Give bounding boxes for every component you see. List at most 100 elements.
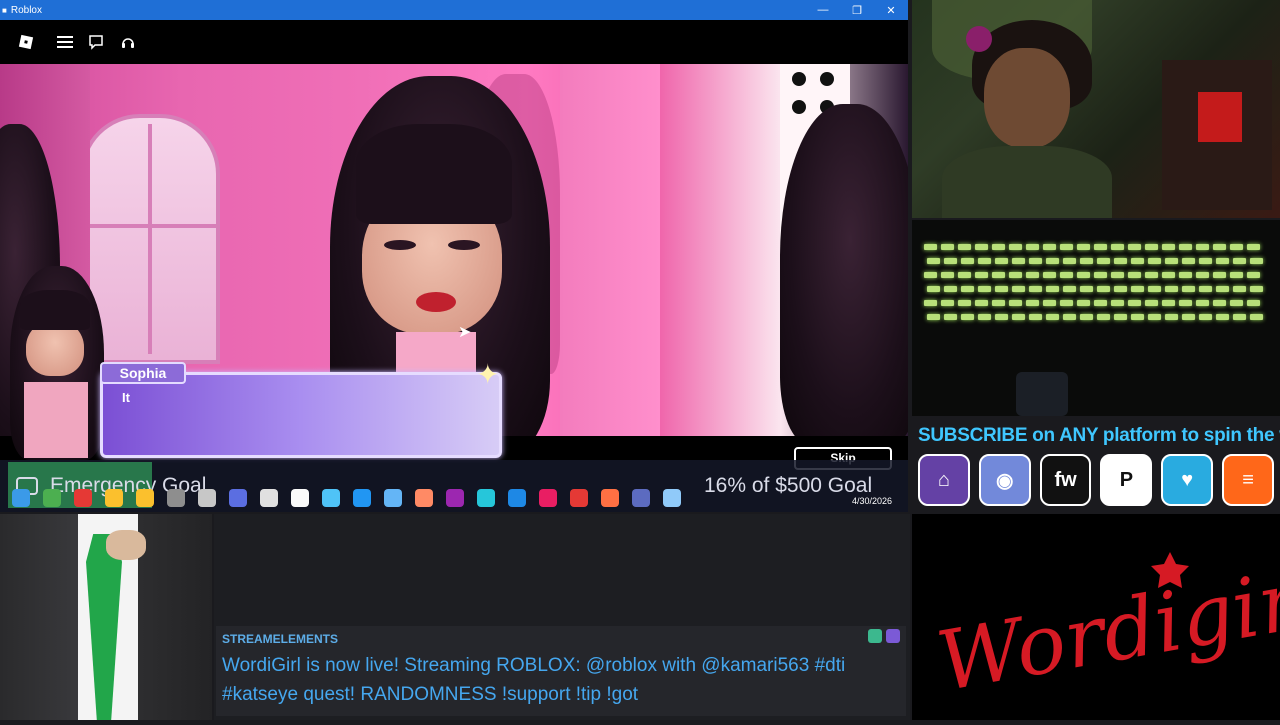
key (995, 258, 1008, 264)
key (1029, 286, 1042, 292)
gmail-icon[interactable] (291, 489, 309, 507)
key (1148, 258, 1161, 264)
key (1233, 286, 1246, 292)
chrome-icon[interactable] (74, 489, 92, 507)
key (1196, 272, 1209, 278)
key (924, 300, 937, 306)
key (1080, 258, 1093, 264)
window-title: Roblox (10, 4, 42, 16)
wps-icon[interactable] (570, 489, 588, 507)
key (992, 272, 1005, 278)
record-icon[interactable] (601, 489, 619, 507)
key (1165, 314, 1178, 320)
app-icon[interactable] (322, 489, 340, 507)
key (1213, 300, 1226, 306)
kofi-icon[interactable]: ♥ (1161, 454, 1214, 506)
key (1230, 244, 1243, 250)
key (958, 300, 971, 306)
patreon-icon[interactable]: P (1100, 454, 1153, 506)
speaker-name: Sophia (100, 362, 186, 384)
app-icon[interactable] (663, 489, 681, 507)
key (1094, 272, 1107, 278)
key (978, 258, 991, 264)
app-icon[interactable] (229, 489, 247, 507)
key (1196, 300, 1209, 306)
key (1162, 244, 1175, 250)
app-icon[interactable] (198, 489, 216, 507)
photos-icon[interactable] (384, 489, 402, 507)
roblox-logo-icon[interactable] (14, 30, 38, 54)
app-icon[interactable] (508, 489, 526, 507)
key (995, 314, 1008, 320)
app-icon[interactable] (415, 489, 433, 507)
key (1077, 272, 1090, 278)
side-character-hair (780, 104, 908, 436)
discord-icon[interactable]: ◉ (978, 454, 1031, 506)
key (1199, 258, 1212, 264)
red-mailbox (1198, 92, 1242, 142)
character-eye (384, 240, 416, 250)
key (1145, 300, 1158, 306)
menu-icon[interactable] (53, 30, 77, 54)
media-icon[interactable] (260, 489, 278, 507)
dialog-box[interactable] (100, 372, 502, 458)
fourthwall-icon[interactable]: fw (1039, 454, 1092, 506)
twitch-badge-icon (886, 629, 900, 643)
logo-text: Wordigirl (931, 549, 1280, 710)
keyboard (924, 244, 1274, 334)
key (1009, 300, 1022, 306)
headset-icon[interactable] (116, 30, 140, 54)
character-eye (448, 240, 480, 250)
app-icon[interactable] (446, 489, 464, 507)
app-icon[interactable] (632, 489, 650, 507)
key (1060, 244, 1073, 250)
cursor-icon: ➤ (458, 324, 472, 341)
key (1148, 314, 1161, 320)
key (1233, 258, 1246, 264)
substack-icon[interactable]: ≡ (1222, 454, 1274, 506)
window-frame (84, 224, 216, 228)
app-icon[interactable] (477, 489, 495, 507)
search-icon[interactable] (43, 489, 61, 507)
app-icon[interactable] (353, 489, 371, 507)
key (941, 272, 954, 278)
suit-cam (0, 514, 212, 720)
start-icon[interactable] (12, 489, 30, 507)
explorer-icon[interactable] (105, 489, 123, 507)
key (1060, 300, 1073, 306)
maximize-button[interactable]: ❐ (840, 0, 874, 20)
key (1182, 314, 1195, 320)
key (1250, 314, 1263, 320)
close-button[interactable]: ✕ (874, 0, 908, 20)
key (1114, 286, 1127, 292)
folder-icon[interactable] (136, 489, 154, 507)
key (1060, 272, 1073, 278)
key (1080, 286, 1093, 292)
app-icon[interactable] (539, 489, 557, 507)
key (927, 286, 940, 292)
key (1148, 286, 1161, 292)
key (1043, 272, 1056, 278)
key (1128, 272, 1141, 278)
key (1247, 244, 1260, 250)
key (944, 314, 957, 320)
key (1179, 272, 1192, 278)
key (1063, 258, 1076, 264)
chat-icon[interactable] (84, 30, 108, 54)
window-frame (148, 124, 152, 354)
window-titlebar: ■ Roblox — ❐ ✕ (0, 0, 908, 20)
key (1094, 300, 1107, 306)
key (1128, 244, 1141, 250)
key (1216, 286, 1229, 292)
key (1250, 258, 1263, 264)
key (1063, 314, 1076, 320)
minimize-button[interactable]: — (806, 0, 840, 20)
key (1094, 244, 1107, 250)
store-icon[interactable] (167, 489, 185, 507)
twitch-icon[interactable]: ⌂ (918, 454, 970, 506)
character-lips (416, 292, 456, 312)
key (1162, 272, 1175, 278)
key (1009, 244, 1022, 250)
key (961, 258, 974, 264)
key (1213, 244, 1226, 250)
